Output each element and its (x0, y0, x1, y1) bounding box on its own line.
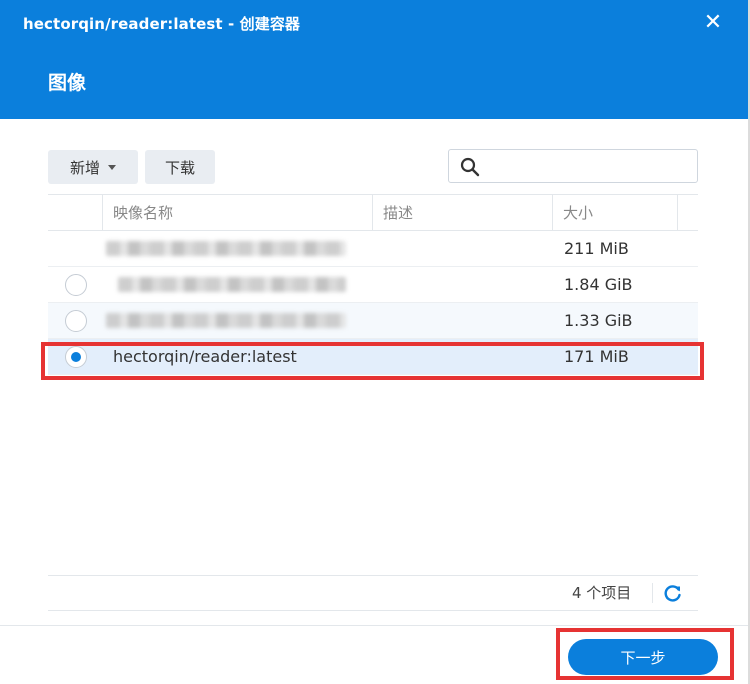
column-header-name[interactable]: 映像名称 (102, 195, 372, 231)
highlight-box-selected-row (41, 342, 704, 380)
row-radio[interactable] (65, 274, 87, 296)
step-title: 图像 (48, 72, 87, 94)
table-footer: 4 个项目 (48, 575, 698, 611)
window-title: hectorqin/reader:latest - 创建容器 (23, 15, 301, 33)
table-row[interactable]: 1.33 GiB (48, 303, 698, 339)
highlight-box-next-button (556, 628, 734, 680)
dialog-header: hectorqin/reader:latest - 创建容器 ✕ 图像 (0, 0, 748, 119)
table-header: 映像名称 描述 大小 (48, 194, 698, 231)
obscured-image-name (118, 277, 346, 292)
search-input[interactable] (485, 154, 690, 178)
obscured-image-name (106, 241, 346, 256)
obscured-image-name (106, 313, 346, 328)
footer-divider (652, 583, 653, 603)
table-row[interactable]: 211 MiB (48, 231, 698, 267)
row-radio[interactable] (65, 310, 87, 332)
image-table: 映像名称 描述 大小 211 MiB 1.84 GiB 1.33 GiB hec… (48, 194, 698, 610)
item-count: 4 个项目 (572, 584, 632, 602)
add-dropdown-button[interactable]: 新增 (48, 150, 138, 184)
refresh-icon[interactable] (662, 582, 684, 604)
table-cell-size: 211 MiB (564, 239, 629, 258)
table-cell-size: 1.84 GiB (564, 275, 633, 294)
table-cell-size: 1.33 GiB (564, 311, 633, 330)
column-header-size[interactable]: 大小 (552, 195, 678, 231)
footer-divider-line (0, 625, 748, 626)
caret-down-icon (108, 164, 116, 170)
download-button[interactable]: 下载 (145, 150, 215, 184)
download-button-label: 下载 (164, 158, 195, 177)
search-icon (460, 157, 480, 177)
table-row[interactable]: 1.84 GiB (48, 267, 698, 303)
column-header-description[interactable]: 描述 (372, 195, 552, 231)
add-button-label: 新增 (69, 158, 100, 177)
search-box[interactable] (448, 149, 698, 183)
close-icon[interactable]: ✕ (701, 11, 725, 35)
